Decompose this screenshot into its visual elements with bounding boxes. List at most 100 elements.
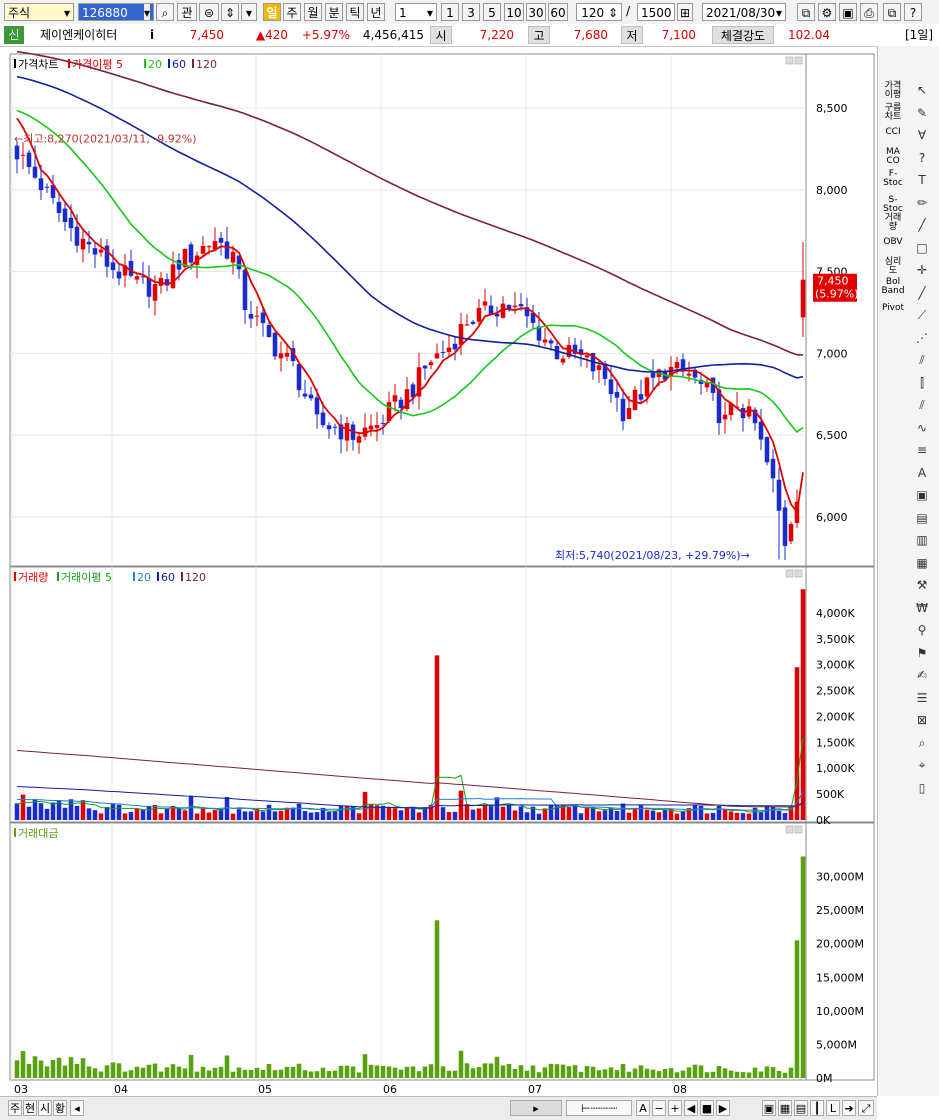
period-tab-day[interactable]: 일 — [263, 3, 281, 21]
gann-icon[interactable]: ⟋ — [911, 307, 933, 323]
up-down-icon[interactable]: ⇕ — [221, 3, 239, 21]
page-icon[interactable]: ▯ — [911, 780, 933, 796]
text-icon[interactable]: T — [911, 172, 933, 188]
line-icon[interactable]: L — [826, 1100, 840, 1116]
lines-icon[interactable]: ≡ — [911, 442, 933, 458]
cursor-icon[interactable]: ↖ — [911, 82, 933, 98]
period-tab-tick[interactable]: 틱 — [346, 3, 364, 21]
date-select[interactable]: 2021/08/30 ▾ — [702, 3, 786, 21]
settings-icon[interactable]: ⊞ — [677, 3, 693, 21]
pencil-icon[interactable]: ✏ — [911, 195, 933, 211]
scrollbar[interactable]: ▸ — [510, 1100, 562, 1116]
zoom-slider[interactable]: ⊢┈┈┈┈ — [566, 1100, 632, 1116]
period-tab-week[interactable]: 주 — [283, 3, 301, 21]
scroll-left-icon[interactable]: ◂ — [70, 1100, 84, 1116]
volume-bar — [596, 811, 602, 820]
arrow-right-icon[interactable]: ➜ — [842, 1100, 856, 1116]
prev-button[interactable]: ◀ — [684, 1100, 698, 1116]
tools-icon[interactable]: ⚒ — [911, 577, 933, 593]
bottom-tab-hwang[interactable]: 황 — [53, 1100, 67, 1116]
auto-icon[interactable]: A — [911, 465, 933, 481]
gear-icon[interactable]: ⚙ — [818, 3, 836, 21]
excel-icon[interactable]: ⊠ — [911, 712, 933, 728]
help-icon[interactable]: ? — [904, 3, 922, 21]
indicator-item[interactable]: MA CO — [880, 148, 906, 166]
eraser-icon[interactable]: ✎ — [911, 105, 933, 121]
period-tab-month[interactable]: 월 — [304, 3, 322, 21]
indicator-item[interactable]: 거래 량 — [880, 214, 906, 232]
search-icon[interactable]: ⌕ — [156, 3, 174, 21]
all-icon[interactable]: ∀ — [911, 127, 933, 143]
indicator-item[interactable]: 가격 이평 — [880, 82, 906, 100]
indicator-item[interactable]: F- Stoc — [880, 170, 906, 188]
volume-bar — [548, 804, 554, 820]
preset-1-button[interactable]: 1 — [441, 3, 459, 21]
preset-10-button[interactable]: 10 — [504, 3, 524, 21]
preset-60-button[interactable]: 60 — [548, 3, 568, 21]
cross-icon[interactable]: ✛ — [911, 262, 933, 278]
save-icon[interactable]: ▣ — [839, 3, 857, 21]
indicator-item[interactable]: Bol Band — [880, 278, 906, 296]
bottom-tab-si[interactable]: 시 — [38, 1100, 52, 1116]
gwan-button[interactable]: 관 — [177, 3, 197, 21]
chart-icon[interactable]: ▥ — [911, 532, 933, 548]
channel-icon[interactable]: ⫽ — [911, 352, 933, 368]
stop-button[interactable]: ■ — [700, 1100, 714, 1116]
preset-5-button[interactable]: 5 — [483, 3, 501, 21]
period-tab-year[interactable]: 년 — [367, 3, 385, 21]
window-icon[interactable]: ⧉ — [797, 3, 815, 21]
zoom-out-button[interactable]: − — [652, 1100, 666, 1116]
info-icon[interactable]: i — [150, 26, 164, 44]
indicator-item[interactable]: Pivot — [880, 304, 906, 313]
doc-icon[interactable]: ▤ — [911, 510, 933, 526]
trend-icon[interactable]: ╱ — [911, 285, 933, 301]
save-icon[interactable]: ▣ — [762, 1100, 776, 1116]
chart-svg[interactable]: 03 04 05 06 07 088,5008,0007,5007,0006,5006,0… — [0, 46, 877, 1096]
indicator-item[interactable]: 심리 도 — [880, 258, 906, 276]
zoom-icon[interactable]: ⚲ — [911, 622, 933, 638]
frame-icon[interactable]: ▣ — [911, 487, 933, 503]
zoom-in-button[interactable]: + — [668, 1100, 682, 1116]
list-icon[interactable]: ☰ — [911, 690, 933, 706]
total-count-field[interactable]: 1500 — [637, 3, 675, 21]
indicator-item[interactable]: CCI — [880, 128, 906, 137]
candle-icon[interactable]: ┃ — [810, 1100, 824, 1116]
table-icon[interactable]: ▦ — [911, 555, 933, 571]
help-icon[interactable]: ? — [911, 150, 933, 166]
preset-3-button[interactable]: 3 — [462, 3, 480, 21]
fib-icon[interactable]: ⫿ — [911, 375, 933, 391]
indicator-item[interactable]: 구름 차트 — [880, 104, 906, 122]
lock-icon[interactable]: ⊜ — [199, 3, 219, 21]
market-select[interactable]: 주식 ▾ — [4, 3, 74, 21]
target-icon[interactable]: ⌖ — [911, 757, 933, 773]
chart-area[interactable]: 03 04 05 06 07 08 8,500 8,000 7,500 7,000 6,500 6,0… — [0, 46, 877, 1096]
search-icon[interactable]: ⌕ — [911, 735, 933, 751]
rect-icon[interactable]: □ — [911, 240, 933, 256]
next-button[interactable]: ▶ — [716, 1100, 730, 1116]
period-tab-minute[interactable]: 분 — [325, 3, 343, 21]
count-stepper[interactable]: 120 ⇕ — [576, 3, 622, 21]
bottom-tab-ju[interactable]: 주 — [8, 1100, 22, 1116]
wave-icon[interactable]: ∿ — [911, 420, 933, 436]
edit-icon[interactable]: ✍ — [911, 667, 933, 683]
amount-bar — [776, 1070, 782, 1078]
marker-icon[interactable]: ⚑ — [911, 645, 933, 661]
indicator-item[interactable]: OBV — [880, 238, 906, 247]
bottom-tab-hyeon[interactable]: 현 — [23, 1100, 37, 1116]
preset-30-button[interactable]: 30 — [526, 3, 546, 21]
chevron-down-icon[interactable]: ▾ — [241, 3, 257, 21]
minute-select[interactable]: 1 ▾ — [395, 3, 437, 21]
print-icon[interactable]: ⎙ — [860, 3, 878, 21]
price-icon[interactable]: ₩ — [911, 600, 933, 616]
amount-panel-min-icon — [785, 825, 794, 834]
parallel-icon[interactable]: ⫽ — [911, 397, 933, 413]
stock-code-input[interactable]: 126880 ▾ — [78, 3, 154, 21]
line-icon[interactable]: ╱ — [911, 217, 933, 233]
fan-icon[interactable]: ⋰ — [911, 330, 933, 346]
expand-icon[interactable]: ⤢ — [858, 1100, 874, 1116]
image-icon[interactable]: ▦ — [778, 1100, 792, 1116]
restore-window-icon[interactable]: ⧉ — [883, 3, 901, 21]
grid-icon[interactable]: ▤ — [794, 1100, 808, 1116]
indicator-item[interactable]: S- Stoc — [880, 196, 906, 214]
font-size-button[interactable]: A — [636, 1100, 650, 1116]
